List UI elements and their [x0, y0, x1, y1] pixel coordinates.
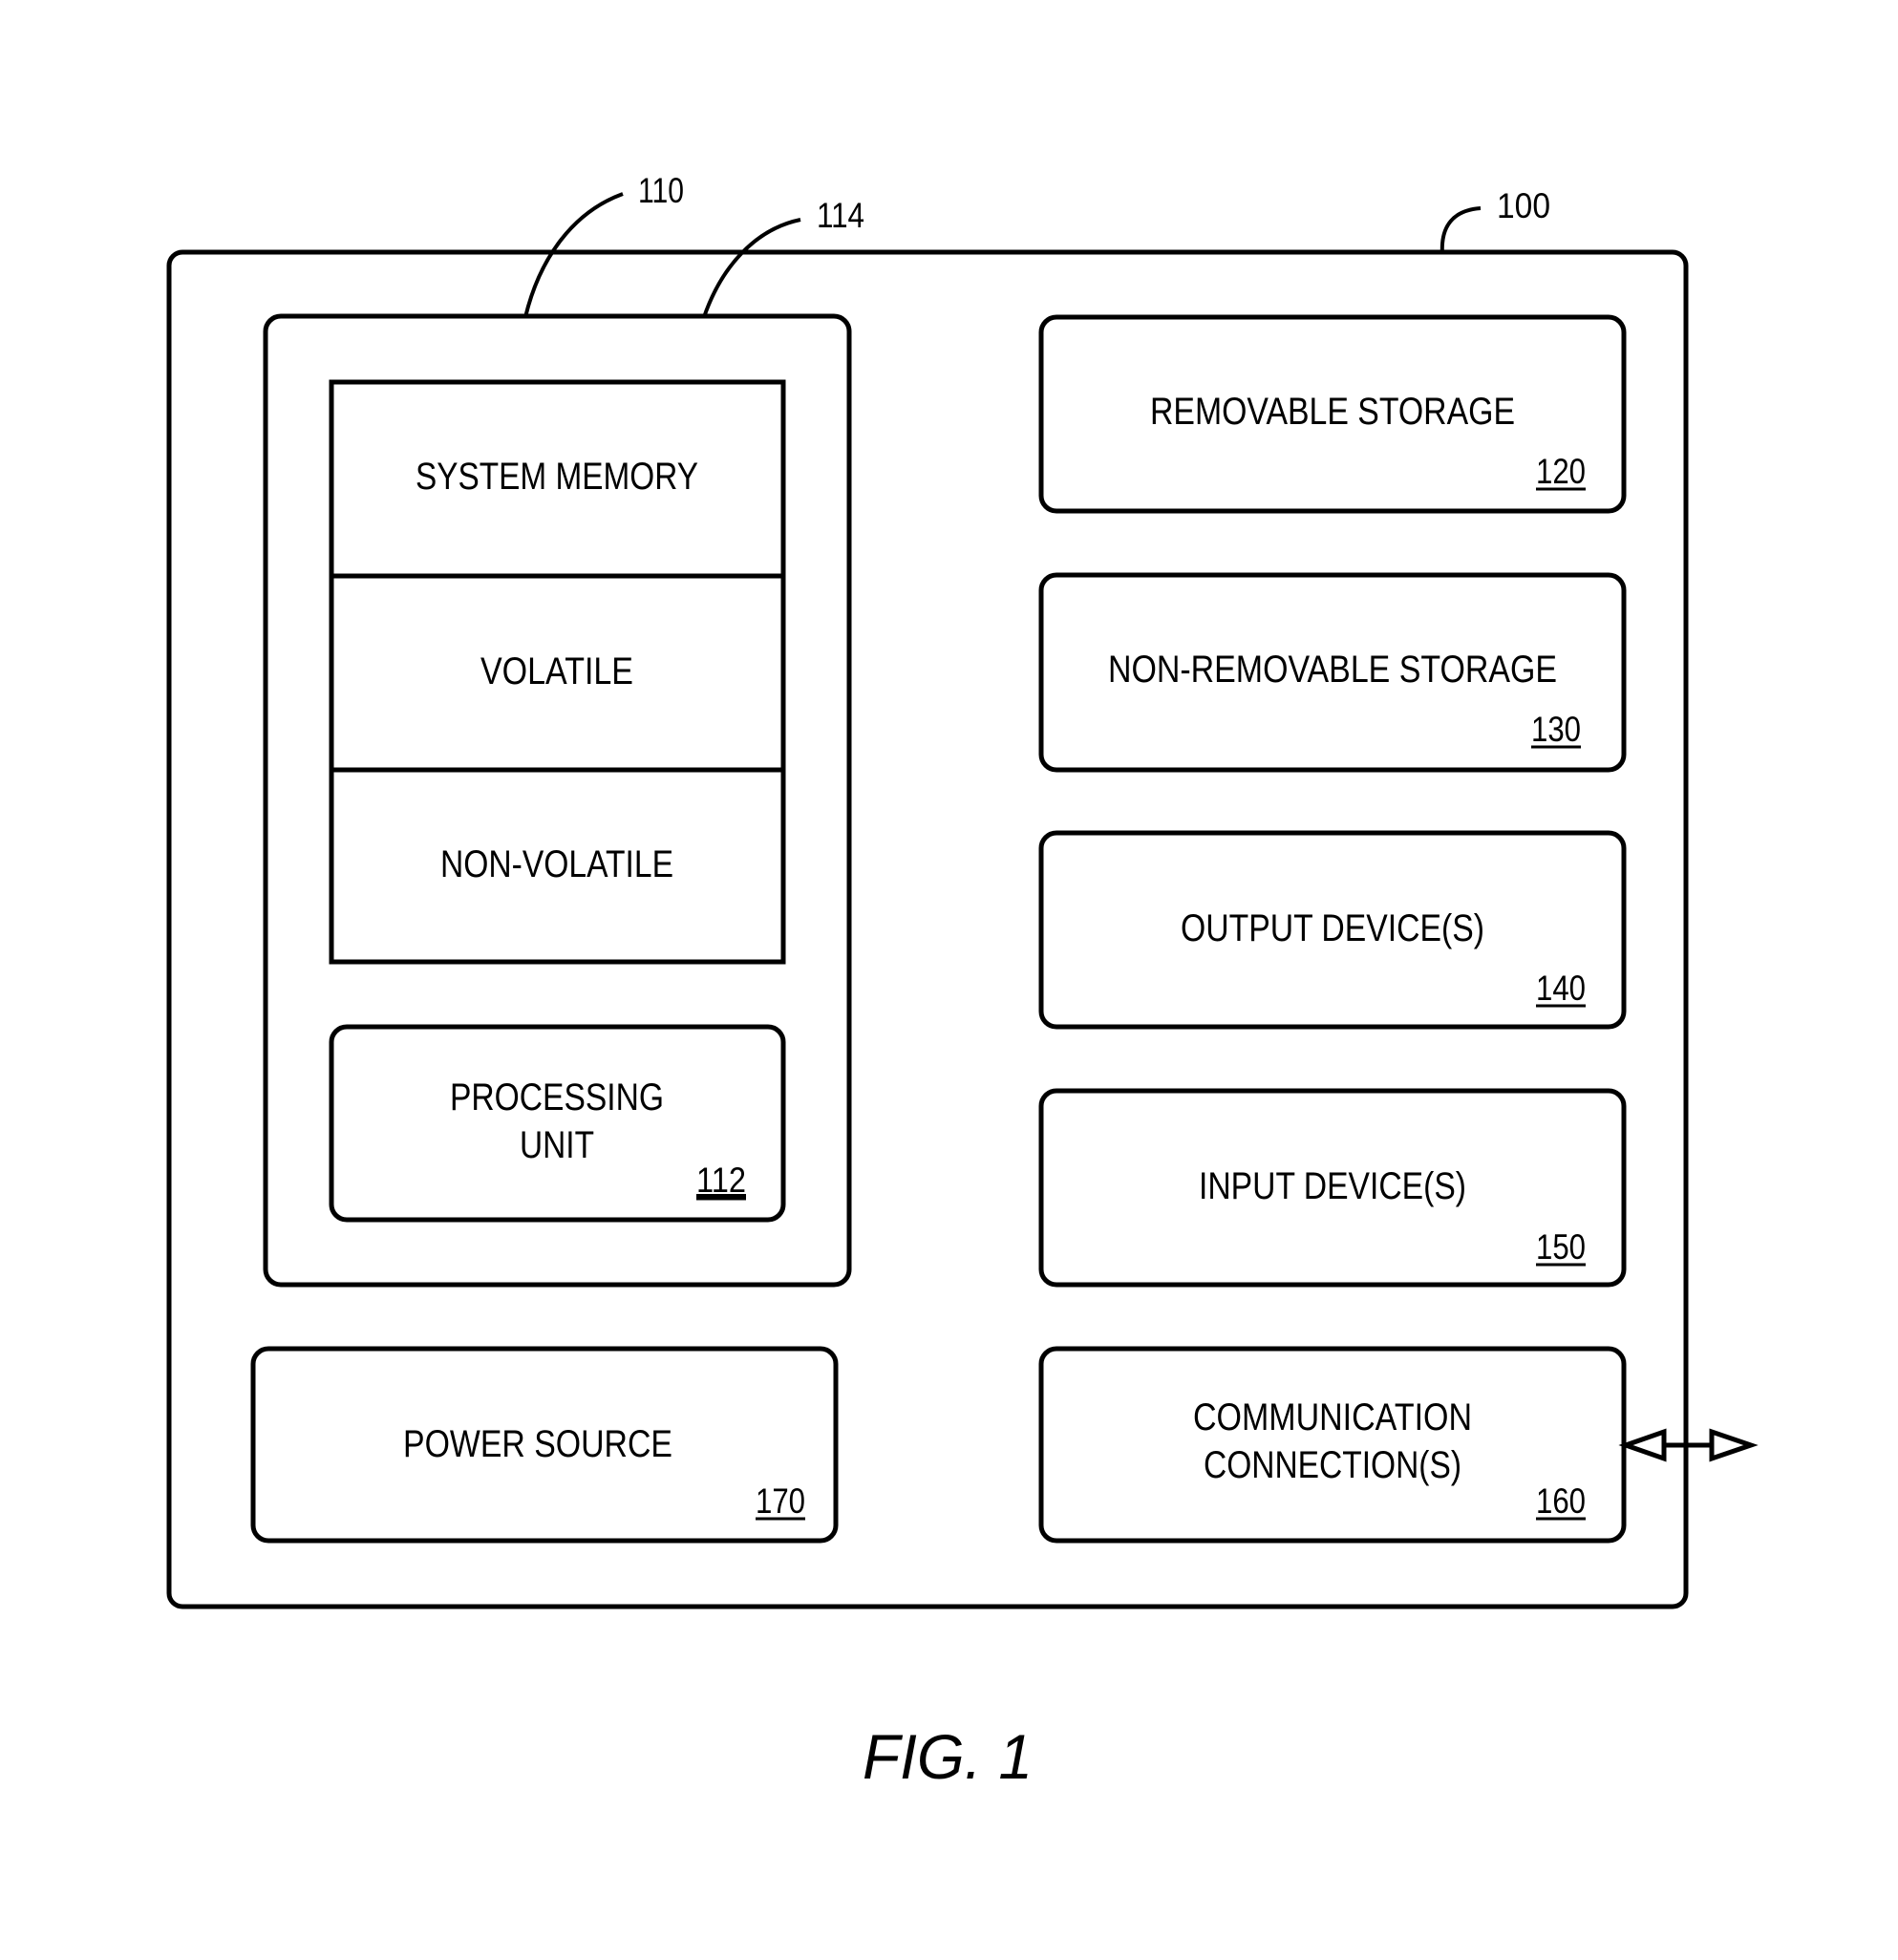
processing-unit-label-line2: UNIT: [520, 1124, 594, 1166]
system-memory-label: SYSTEM MEMORY: [416, 456, 698, 498]
non-removable-storage-label: NON-REMOVABLE STORAGE: [1108, 649, 1557, 691]
block-diagram: 100 110 114 SYSTEM MEMORY VOLATILE NON-V…: [166, 171, 1759, 1792]
memory-group-ref-label: 110: [638, 171, 684, 210]
communication-connections-ref: 160: [1536, 1481, 1586, 1521]
memory-ref-label: 114: [817, 196, 864, 235]
non-volatile-label: NON-VOLATILE: [440, 843, 673, 885]
power-source-ref: 170: [756, 1481, 805, 1521]
component-communication-connections: COMMUNICATION CONNECTION(S) 160: [1038, 1346, 1627, 1544]
component-removable-storage: REMOVABLE STORAGE 120: [1038, 314, 1627, 514]
input-devices-label: INPUT DEVICE(S): [1199, 1165, 1466, 1207]
removable-storage-ref: 120: [1536, 452, 1586, 491]
communication-label-line2: CONNECTION(S): [1204, 1444, 1461, 1486]
removable-storage-label: REMOVABLE STORAGE: [1150, 391, 1515, 433]
communication-label-line1: COMMUNICATION: [1193, 1396, 1472, 1438]
component-non-removable-storage: NON-REMOVABLE STORAGE 130: [1038, 572, 1627, 773]
volatile-label: VOLATILE: [480, 650, 633, 692]
component-output-devices: OUTPUT DEVICE(S) 140: [1038, 830, 1627, 1030]
power-source-label: POWER SOURCE: [403, 1423, 672, 1465]
device-ref-label: 100: [1497, 186, 1550, 225]
processing-unit-ref: 112: [696, 1161, 746, 1200]
component-input-devices: INPUT DEVICE(S) 150: [1038, 1088, 1627, 1288]
output-devices-ref: 140: [1536, 969, 1586, 1008]
figure-caption: FIG. 1: [863, 1721, 1033, 1792]
device-leader-line: [1439, 206, 1482, 255]
non-removable-storage-ref: 130: [1531, 710, 1581, 749]
input-devices-ref: 150: [1536, 1227, 1586, 1267]
processing-unit-label-line1: PROCESSING: [450, 1076, 664, 1118]
output-devices-label: OUTPUT DEVICE(S): [1181, 907, 1484, 949]
